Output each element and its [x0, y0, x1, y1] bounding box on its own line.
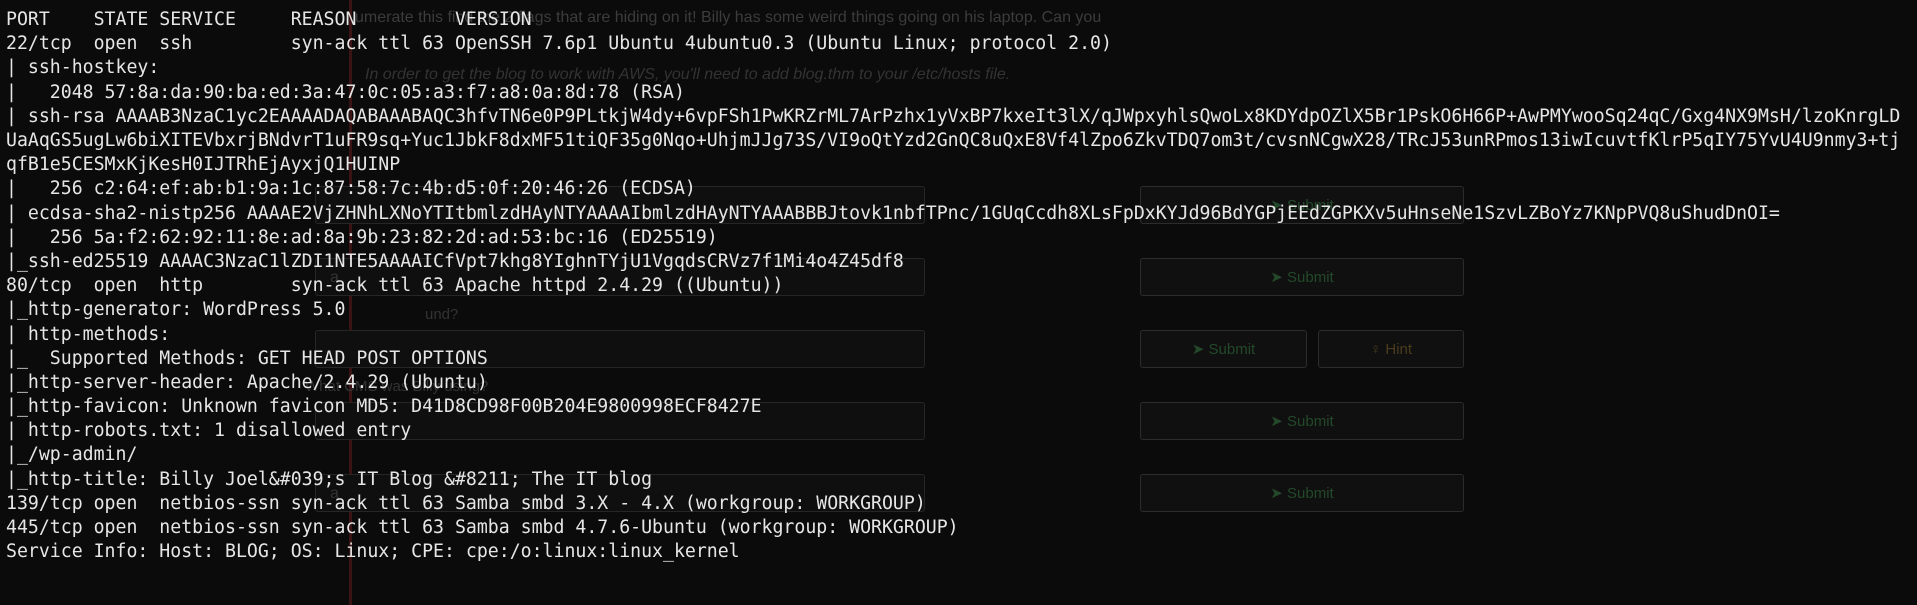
rsa-fingerprint-line: | 2048 57:8a:da:90:ba:ed:3a:47:0c:05:a3:…	[6, 81, 685, 103]
ssh-hostkey-line: | ssh-hostkey:	[6, 57, 160, 79]
ssh-rsa-key-line: | ssh-rsa AAAAB3NzaC1yc2EAAAADAQABAAABAQ…	[6, 105, 1901, 176]
wp-admin-line: |_/wp-admin/	[6, 444, 138, 466]
nmap-header-row: PORT STATE SERVICE REASON VERSION	[6, 9, 532, 30]
terminal-output[interactable]: PORT STATE SERVICE REASON VERSION 22/tcp…	[0, 0, 1917, 605]
port-139-line: 139/tcp open netbios-ssn syn-ack ttl 63 …	[6, 492, 926, 514]
port-22-line: 22/tcp open ssh syn-ack ttl 63 OpenSSH 7…	[6, 33, 1112, 55]
supported-methods-line: |_ Supported Methods: GET HEAD POST OPTI…	[6, 347, 488, 369]
port-80-line: 80/tcp open http syn-ack ttl 63 Apache h…	[6, 275, 784, 297]
ed25519-fingerprint-line: | 256 5a:f2:62:92:11:8e:ad:8a:9b:23:82:2…	[6, 226, 718, 248]
http-generator-line: |_http-generator: WordPress 5.0	[6, 299, 346, 321]
port-445-line: 445/tcp open netbios-ssn syn-ack ttl 63 …	[6, 517, 959, 538]
http-methods-line: | http-methods:	[6, 323, 171, 345]
http-title-line: |_http-title: Billy Joel&#039;s IT Blog …	[6, 468, 653, 490]
ed25519-key-line: |_ssh-ed25519 AAAAC3NzaC1lZDI1NTE5AAAAIC…	[6, 250, 904, 272]
ecdsa-fingerprint-line: | 256 c2:64:ef:ab:b1:9a:1c:87:58:7c:4b:d…	[6, 178, 696, 200]
http-server-header-line: |_http-server-header: Apache/2.4.29 (Ubu…	[6, 371, 488, 393]
http-favicon-line: |_http-favicon: Unknown favicon MD5: D41…	[6, 396, 762, 418]
http-robots-line: | http-robots.txt: 1 disallowed entry	[6, 420, 412, 442]
service-info-line: Service Info: Host: BLOG; OS: Linux; CPE…	[6, 541, 740, 563]
ecdsa-key-line: | ecdsa-sha2-nistp256 AAAAE2VjZHNhLXNoYT…	[6, 202, 1780, 224]
